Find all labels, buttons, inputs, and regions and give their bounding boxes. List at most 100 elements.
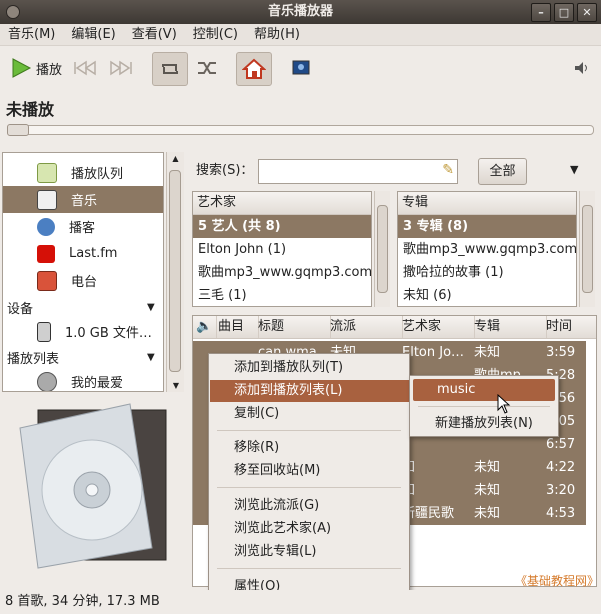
visualization-button[interactable] — [288, 52, 314, 84]
minimize-icon[interactable]: – — [531, 3, 551, 22]
album-row[interactable]: 撒哈拉的故事 (1) — [398, 261, 576, 284]
chevron-down-icon[interactable]: ▼ — [570, 163, 578, 176]
album-column-header[interactable]: 专辑 — [398, 192, 576, 215]
column-header-genre[interactable]: 流派 — [325, 316, 403, 338]
artist-row[interactable]: 歌曲mp3_www.gqmp3.com (1) — [193, 261, 371, 284]
media-player-icon — [37, 321, 51, 342]
shuffle-toggle[interactable] — [192, 52, 222, 84]
sidebar-item-podcast[interactable]: 播客 — [3, 213, 163, 240]
cd-case-icon — [19, 403, 167, 569]
home-icon — [242, 58, 266, 79]
playlists-header[interactable]: 播放列表 ▼ — [3, 344, 163, 371]
album-row[interactable]: 3 专辑 (8) — [398, 215, 576, 238]
window-menu-icon[interactable] — [6, 5, 20, 19]
artist-column-header[interactable]: 艺术家 — [193, 192, 371, 215]
menu-bar: 音乐(M) 编辑(E) 查看(V) 控制(C) 帮助(H) — [0, 24, 601, 46]
radio-icon — [37, 270, 57, 291]
shuffle-icon — [198, 62, 216, 74]
sidebar-scrollbar[interactable]: ▲ ▼ — [166, 152, 184, 392]
album-browser: 专辑 3 专辑 (8) 歌曲mp3_www.gqmp3.com (1) 撒哈拉的… — [397, 191, 577, 307]
album-art — [10, 398, 170, 578]
sidebar-item-favorites[interactable]: 我的最爱 — [3, 368, 163, 391]
expander-down-icon: ▼ — [147, 352, 155, 363]
window-title: 音乐播放器 — [267, 4, 333, 19]
menu-separator — [217, 487, 401, 488]
submenu-item-music[interactable]: music — [413, 379, 555, 401]
expander-down-icon: ▼ — [147, 302, 155, 313]
scroll-down-icon[interactable]: ▼ — [167, 381, 185, 390]
menu-view[interactable]: 查看(V) — [124, 24, 185, 45]
clear-search-icon[interactable]: ✎ — [442, 162, 454, 178]
playlist-submenu: music 新建播放列表(N) — [409, 375, 559, 437]
devices-header[interactable]: 设备 ▼ — [3, 294, 163, 321]
all-button[interactable]: 全部 — [478, 158, 527, 185]
search-label: 搜索(S)： — [196, 163, 254, 178]
queue-icon — [37, 162, 57, 183]
play-button[interactable]: 播放 — [10, 52, 62, 84]
visualization-icon — [292, 60, 310, 75]
title-bar: 音乐播放器 – □ ✕ — [0, 0, 601, 24]
lastfm-icon — [37, 244, 55, 263]
sidebar: 播放队列 音乐 播客 Last.fm 电台 设备 ▼ 1.0 GB 文件… 播放… — [2, 152, 164, 392]
next-button[interactable] — [108, 52, 134, 84]
artist-row[interactable]: 5 艺人 (共 8) — [193, 215, 371, 238]
menu-item-add-to-queue[interactable]: 添加到播放队列(T) — [210, 357, 432, 379]
menu-edit[interactable]: 编辑(E) — [63, 24, 123, 45]
repeat-toggle[interactable] — [152, 52, 188, 86]
album-scroll-thumb[interactable] — [582, 205, 593, 293]
play-label: 播放 — [36, 62, 63, 78]
browse-toggle[interactable] — [236, 52, 272, 86]
cursor-icon — [497, 394, 511, 414]
volume-button[interactable] — [572, 52, 592, 84]
volume-icon — [575, 62, 587, 74]
seek-bar[interactable] — [8, 125, 594, 135]
status-text: 8 首歌, 34 分钟, 17.3 MB — [5, 594, 160, 609]
menu-item-add-to-playlist[interactable]: 添加到播放列表(L) › — [210, 380, 432, 402]
menu-control[interactable]: 控制(C) — [185, 24, 246, 45]
menu-help[interactable]: 帮助(H) — [246, 24, 308, 45]
scroll-up-icon[interactable]: ▲ — [167, 154, 184, 163]
menu-separator — [217, 568, 401, 569]
menu-music[interactable]: 音乐(M) — [0, 24, 63, 45]
podcast-icon — [37, 217, 55, 236]
gear-icon — [37, 371, 57, 391]
artist-scroll-thumb[interactable] — [377, 205, 388, 293]
menu-item-browse-genre[interactable]: 浏览此流派(G) — [210, 495, 432, 517]
menu-separator — [217, 430, 401, 431]
toolbar: 播放 — [0, 46, 601, 90]
menu-item-copy[interactable]: 复制(C) — [210, 403, 432, 425]
repeat-icon — [162, 64, 178, 74]
previous-button[interactable] — [72, 52, 98, 84]
sidebar-item-device[interactable]: 1.0 GB 文件… — [3, 318, 163, 345]
now-playing-title: 未播放 — [6, 100, 55, 119]
maximize-icon[interactable]: □ — [554, 3, 574, 22]
artist-scrollbar[interactable] — [374, 191, 390, 307]
sidebar-item-music[interactable]: 音乐 — [3, 186, 163, 213]
sidebar-scroll-thumb[interactable] — [169, 170, 181, 372]
artist-browser: 艺术家 5 艺人 (共 8) Elton John (1) 歌曲mp3_www.… — [192, 191, 372, 307]
seek-handle[interactable] — [7, 124, 29, 136]
album-row[interactable]: 歌曲mp3_www.gqmp3.com (1) — [398, 238, 576, 261]
next-icon — [110, 60, 132, 76]
status-bar: 8 首歌, 34 分钟, 17.3 MB — [0, 590, 601, 614]
sidebar-item-lastfm[interactable]: Last.fm — [3, 240, 163, 267]
sidebar-item-queue[interactable]: 播放队列 — [3, 159, 163, 186]
album-row[interactable]: 未知 (6) — [398, 284, 576, 306]
sidebar-item-radio[interactable]: 电台 — [3, 267, 163, 294]
menu-separator — [418, 406, 550, 407]
artist-row[interactable]: 三毛 (1) — [193, 284, 371, 306]
search-input[interactable]: ✎ — [258, 159, 458, 184]
menu-item-move-to-trash[interactable]: 移至回收站(M) — [210, 460, 432, 482]
column-header-album[interactable]: 专辑 — [469, 316, 547, 338]
column-header-artist[interactable]: 艺术家 — [397, 316, 475, 338]
menu-item-browse-album[interactable]: 浏览此专辑(L) — [210, 541, 432, 563]
album-scrollbar[interactable] — [579, 191, 595, 307]
column-header-time[interactable]: 时间 — [541, 316, 596, 338]
watermark: 《基础教程网》 — [515, 574, 600, 588]
submenu-item-new-playlist[interactable]: 新建播放列表(N) — [411, 413, 557, 435]
menu-item-browse-artist[interactable]: 浏览此艺术家(A) — [210, 518, 432, 540]
artist-row[interactable]: Elton John (1) — [193, 238, 371, 261]
column-header-title[interactable]: 标题 — [253, 316, 331, 338]
close-icon[interactable]: ✕ — [577, 3, 597, 22]
menu-item-remove[interactable]: 移除(R) — [210, 437, 432, 459]
